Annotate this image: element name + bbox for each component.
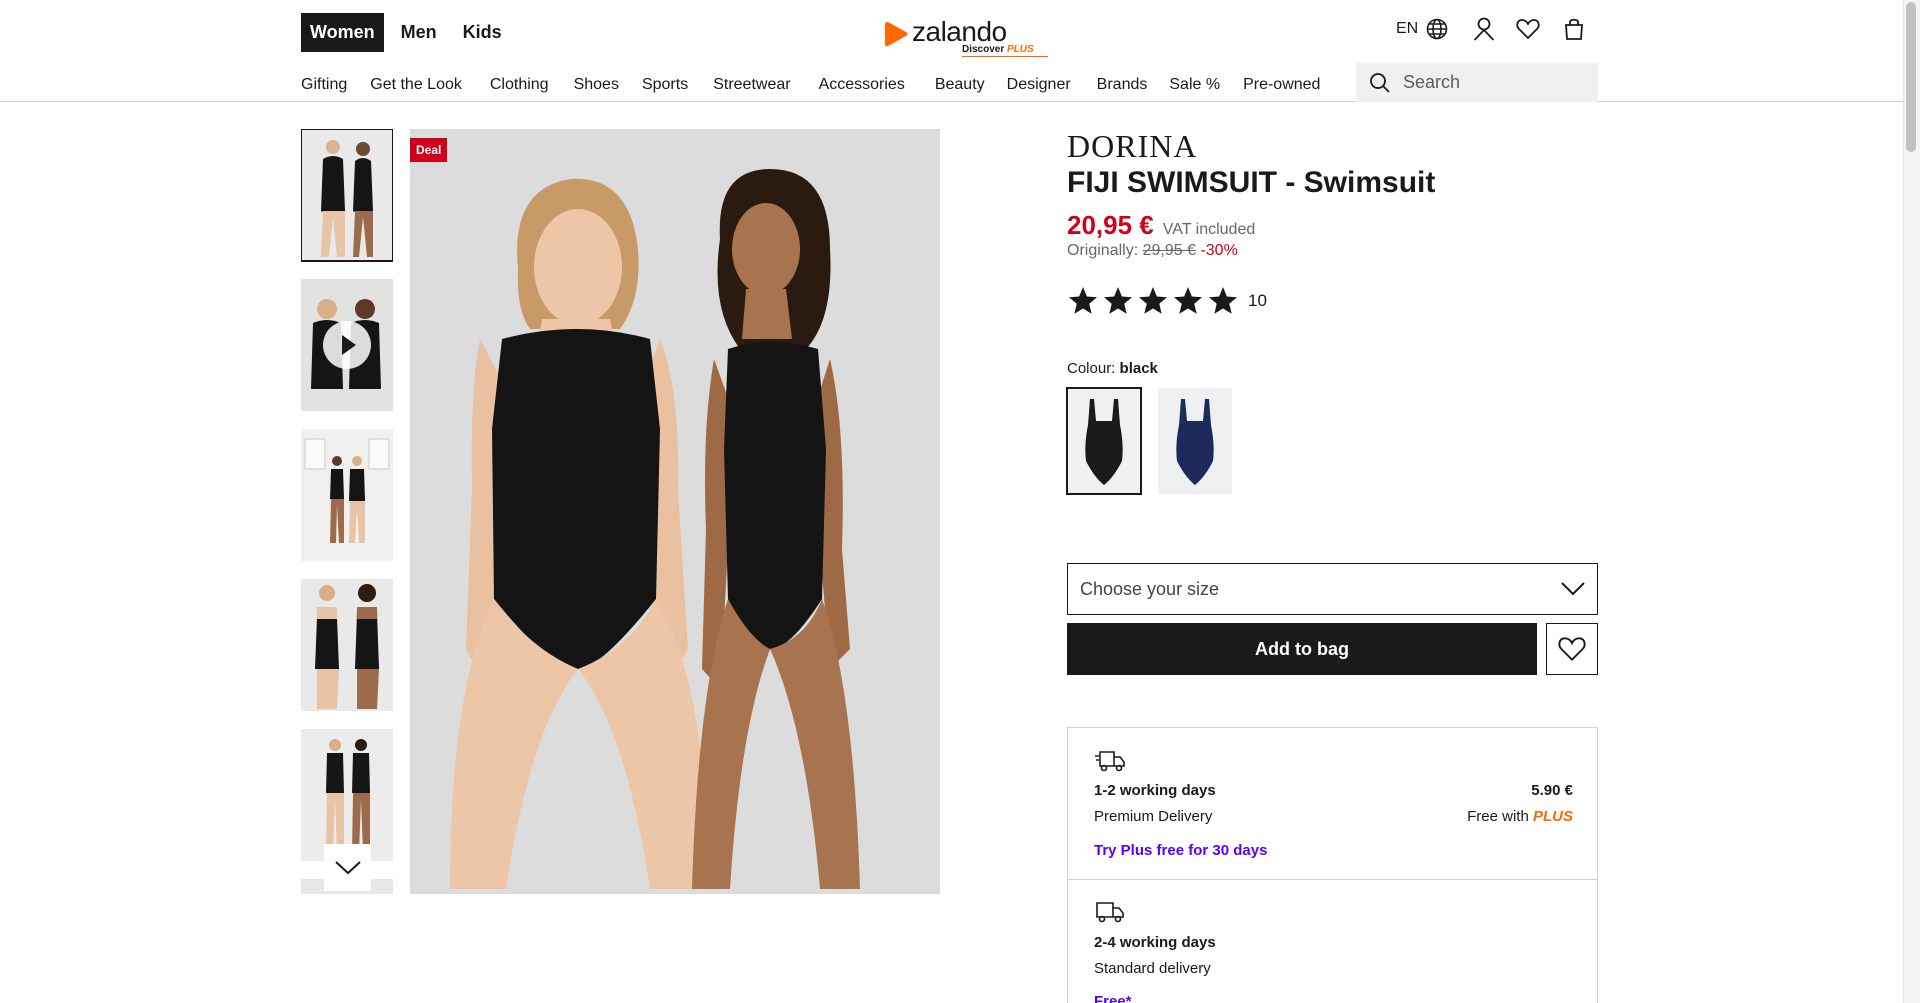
globe-icon (1426, 18, 1448, 40)
thumbnail-image (301, 129, 393, 261)
thumbnail-5[interactable] (301, 729, 393, 861)
original-price-line: Originally: 29,95 € -30% (1067, 242, 1238, 260)
colour-value: black (1119, 360, 1158, 377)
nav-beauty[interactable]: Beauty (935, 76, 985, 94)
chevron-down-icon (1561, 582, 1585, 596)
gender-tabs: Women Men Kids (301, 13, 511, 52)
main-product-image[interactable]: Deal (410, 129, 940, 894)
star-icon (1104, 287, 1132, 314)
wishlist-header-button[interactable] (1513, 14, 1543, 44)
star-icon (1139, 287, 1167, 314)
nav-shoes[interactable]: Shoes (574, 76, 619, 94)
nav-streetwear[interactable]: Streetwear (713, 76, 790, 94)
star-icon (1069, 287, 1097, 314)
nav-clothing[interactable]: Clothing (490, 76, 549, 94)
colour-swatch-black[interactable] (1066, 387, 1142, 495)
zalando-mark-icon (885, 22, 908, 47)
heart-icon (1558, 637, 1586, 661)
deal-badge: Deal (410, 138, 448, 162)
size-dropdown[interactable]: Choose your size (1067, 563, 1598, 615)
product-photo (410, 129, 940, 894)
logo-sub: Discover PLUS (962, 44, 1034, 55)
free-with-text: Free with (1467, 808, 1529, 825)
colour-label: Colour: black (1067, 360, 1158, 377)
nav-pre-owned[interactable]: Pre-owned (1243, 76, 1320, 94)
thumbnail-1[interactable] (301, 129, 393, 262)
size-placeholder: Choose your size (1080, 578, 1220, 599)
delivery-divider (1068, 879, 1597, 880)
nav-sports[interactable]: Sports (642, 76, 688, 94)
language-selector[interactable]: EN (1396, 14, 1448, 44)
delivery-options-box: 1-2 working days Premium Delivery 5.90 €… (1067, 727, 1598, 1003)
nav-designer[interactable]: Designer (1007, 76, 1071, 94)
user-icon (1473, 17, 1495, 41)
price-row: 20,95 € VAT included (1067, 210, 1255, 241)
thumbnails-scroll-down-button[interactable] (324, 844, 371, 891)
standard-delivery-type: Standard delivery (1094, 960, 1211, 977)
zalando-logo[interactable]: zalando Discover PLUS (884, 16, 1048, 58)
fast-truck-icon (1095, 751, 1125, 772)
logo-sub-discover: Discover (962, 44, 1005, 55)
rating-stars[interactable]: 10 (1067, 285, 1267, 317)
add-to-bag-button[interactable]: Add to bag (1067, 623, 1537, 675)
add-to-wishlist-button[interactable] (1546, 623, 1598, 675)
nav-brands[interactable]: Brands (1097, 76, 1148, 94)
truck-icon (1096, 902, 1124, 923)
search-input[interactable] (1403, 72, 1583, 93)
bag-icon (1565, 18, 1583, 40)
logo-underline (962, 56, 1048, 57)
nav-get-the-look[interactable]: Get the Look (370, 76, 462, 94)
tab-kids[interactable]: Kids (454, 13, 511, 52)
premium-free-with: Free with PLUS (1467, 808, 1573, 825)
colour-label-text: Colour: (1067, 360, 1116, 377)
site-header: Women Men Kids zalando Discover PLUS EN … (0, 0, 1920, 102)
colour-swatch-navy[interactable] (1158, 388, 1232, 494)
scrollbar-thumb[interactable] (1906, 2, 1916, 152)
thumbnail-image (301, 579, 393, 711)
nav-sale[interactable]: Sale % (1169, 76, 1220, 94)
search-box[interactable] (1356, 63, 1598, 102)
premium-delivery-type: Premium Delivery (1094, 808, 1213, 825)
discount-percent: -30% (1200, 242, 1238, 259)
tab-men[interactable]: Men (392, 13, 446, 52)
logo-sub-plus: PLUS (1007, 44, 1034, 55)
star-icon (1174, 287, 1202, 314)
nav-accessories[interactable]: Accessories (819, 76, 905, 94)
nav-gifting[interactable]: Gifting (301, 76, 347, 94)
heart-icon (1516, 19, 1540, 40)
plus-logo: PLUS (1532, 808, 1573, 825)
bag-header-button[interactable] (1559, 14, 1589, 44)
thumbnail-2-video[interactable] (301, 279, 393, 411)
search-icon (1370, 72, 1390, 93)
brand-name[interactable]: DORINA (1067, 128, 1197, 165)
premium-delivery-cost: 5.90 € (1531, 782, 1573, 799)
thumbnail-image (301, 729, 393, 861)
thumbnail-4[interactable] (301, 579, 393, 711)
play-video-icon (323, 321, 371, 369)
category-nav: Gifting Get the Look Clothing Shoes Spor… (301, 76, 1320, 94)
thumbnail-3[interactable] (301, 429, 393, 561)
standard-delivery-days: 2-4 working days (1094, 934, 1216, 951)
language-code: EN (1396, 20, 1419, 37)
current-price: 20,95 € (1067, 210, 1154, 240)
premium-delivery-days: 1-2 working days (1094, 782, 1216, 799)
thumbnail-image (301, 429, 393, 561)
thumbnail-strip (301, 129, 393, 894)
original-price: 29,95 € (1142, 242, 1196, 259)
standard-delivery-cost: Free* (1094, 993, 1132, 1003)
try-plus-link[interactable]: Try Plus free for 30 days (1094, 842, 1267, 859)
tab-women[interactable]: Women (301, 13, 384, 52)
swimsuit-navy-image (1176, 399, 1214, 485)
swimsuit-black-image (1085, 399, 1123, 485)
account-button[interactable] (1469, 14, 1499, 44)
star-icon (1209, 287, 1237, 314)
vat-note: VAT included (1162, 221, 1256, 238)
original-label: Originally: (1067, 242, 1139, 259)
product-title: FIJI SWIMSUIT - Swimsuit (1067, 166, 1436, 199)
review-count: 10 (1248, 291, 1267, 310)
chevron-down-icon (334, 860, 361, 874)
